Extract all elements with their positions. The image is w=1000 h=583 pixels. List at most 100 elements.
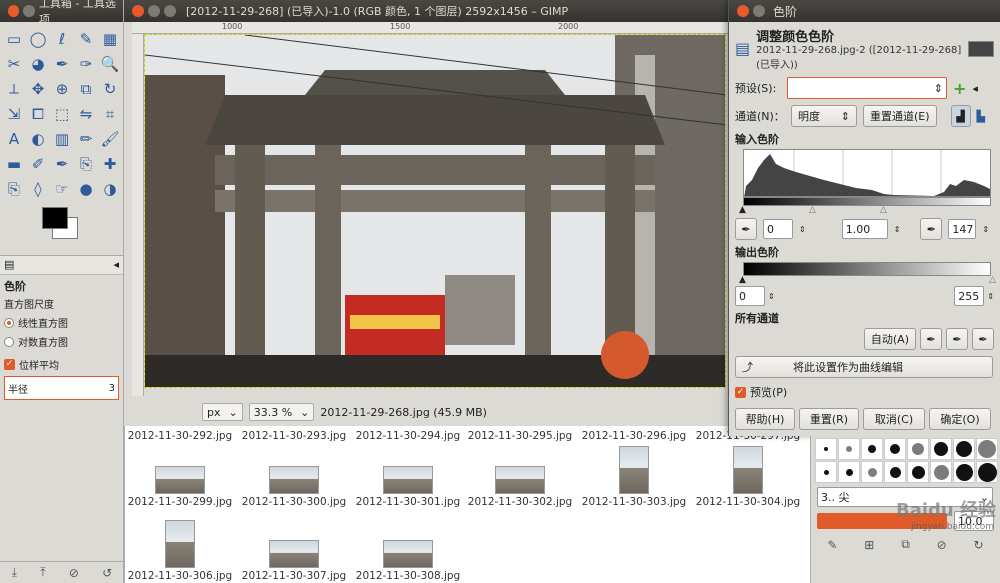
- pencil-icon[interactable]: ✏: [74, 126, 98, 151]
- delete-options-icon[interactable]: ⊘: [69, 566, 79, 580]
- eraser-icon[interactable]: ▬: [2, 151, 26, 176]
- list-item[interactable]: 2012-11-30-296.jpg: [579, 430, 689, 442]
- text-icon[interactable]: A: [2, 126, 26, 151]
- paintbrush-icon[interactable]: 🖌: [98, 126, 122, 151]
- help-button[interactable]: 帮助(H): [735, 408, 795, 430]
- list-item[interactable]: 2012-11-30-293.jpg: [239, 430, 349, 442]
- list-item[interactable]: 2012-11-30-294.jpg: [353, 430, 463, 442]
- black-point-handle[interactable]: ▲: [739, 205, 746, 215]
- radius-spinner[interactable]: 半径 3: [4, 376, 119, 400]
- edit-brush-icon[interactable]: ✎: [827, 538, 837, 552]
- brush-swatch[interactable]: [815, 461, 837, 483]
- smudge-icon[interactable]: ☞: [50, 176, 74, 201]
- input-high-field[interactable]: 147: [948, 219, 977, 239]
- minimize-icon[interactable]: [23, 5, 35, 17]
- brush-swatch[interactable]: [976, 461, 998, 483]
- rotate-icon[interactable]: ↻: [98, 76, 122, 101]
- log-hist-icon[interactable]: ▙: [977, 110, 985, 123]
- ellipse-select-icon[interactable]: ◯: [26, 26, 50, 51]
- linear-hist-option[interactable]: 线性直方图: [0, 313, 123, 332]
- brush-swatch[interactable]: [976, 438, 998, 460]
- auto-button[interactable]: 自动(A): [863, 328, 916, 350]
- vertical-ruler[interactable]: [132, 34, 144, 396]
- tab-menu-icon[interactable]: ◂: [113, 258, 119, 272]
- duplicate-brush-icon[interactable]: ⧉: [901, 537, 910, 552]
- spinner-icon[interactable]: ⇕: [799, 225, 806, 234]
- paths-icon[interactable]: ✒: [50, 51, 74, 76]
- brush-swatch[interactable]: [953, 461, 975, 483]
- list-item[interactable]: 2012-11-30-299.jpg: [125, 450, 235, 508]
- save-options-icon[interactable]: ⤓: [12, 565, 17, 580]
- zoom-icon[interactable]: 🔍: [98, 51, 122, 76]
- white-picker-icon[interactable]: ✒: [920, 218, 943, 240]
- black-picker-icon[interactable]: ✒: [735, 218, 757, 240]
- blend-icon[interactable]: ▥: [50, 126, 74, 151]
- black-point-picker-icon[interactable]: ✒: [920, 328, 942, 350]
- close-icon[interactable]: [737, 5, 749, 17]
- spinner-icon[interactable]: ⇕: [768, 292, 775, 301]
- heal-icon[interactable]: ✚: [98, 151, 122, 176]
- input-sliders[interactable]: ▲ △ △: [739, 205, 992, 215]
- edit-as-curves-button[interactable]: ⤴ 将此设置作为曲线编辑: [735, 356, 993, 378]
- brush-swatch[interactable]: [838, 438, 860, 460]
- new-brush-icon[interactable]: ⊞: [864, 538, 874, 552]
- output-high-handle[interactable]: △: [989, 275, 996, 285]
- brush-swatch[interactable]: [930, 438, 952, 460]
- close-icon[interactable]: [132, 5, 144, 17]
- list-item[interactable]: 2012-11-30-304.jpg: [693, 446, 803, 508]
- brush-swatch[interactable]: [861, 438, 883, 460]
- brush-swatch[interactable]: [815, 438, 837, 460]
- crop-icon[interactable]: ⧉: [74, 76, 98, 101]
- reset-options-icon[interactable]: ↺: [102, 566, 112, 580]
- gamma-field[interactable]: 1.00: [841, 219, 888, 239]
- gamma-handle[interactable]: △: [809, 205, 816, 215]
- list-item[interactable]: 2012-11-30-306.jpg: [125, 520, 235, 582]
- spinner-icon[interactable]: ⇕: [982, 225, 989, 234]
- checkbox-icon[interactable]: ✓: [735, 386, 746, 398]
- white-point-picker-icon[interactable]: ✒: [972, 328, 994, 350]
- radio-off-icon[interactable]: [4, 336, 14, 347]
- spinner-icon[interactable]: ⇕: [894, 225, 901, 234]
- burn-icon[interactable]: ◑: [98, 176, 122, 201]
- scale-icon[interactable]: ⇲: [2, 101, 26, 126]
- spinner-icon[interactable]: ⇕: [987, 292, 994, 301]
- list-item[interactable]: 2012-11-30-302.jpg: [465, 450, 575, 508]
- restore-options-icon[interactable]: ⤒: [40, 565, 45, 580]
- refresh-brushes-icon[interactable]: ↻: [973, 538, 983, 552]
- reset-channel-button[interactable]: 重置通道(E): [863, 105, 937, 127]
- unit-selector[interactable]: px ⌄: [202, 403, 243, 421]
- preview-row[interactable]: ✓ 预览(P): [729, 384, 1000, 400]
- brush-swatch[interactable]: [861, 461, 883, 483]
- output-sliders[interactable]: ▲ △: [739, 275, 996, 285]
- shear-icon[interactable]: ⧠: [26, 101, 50, 126]
- list-item[interactable]: 2012-11-30-307.jpg: [239, 520, 349, 582]
- dodge-icon[interactable]: ●: [74, 176, 98, 201]
- minimize-icon[interactable]: [753, 5, 765, 17]
- color-picker-icon[interactable]: ✑: [74, 51, 98, 76]
- ok-button[interactable]: 确定(O): [929, 408, 991, 430]
- perspective-icon[interactable]: ⬚: [50, 101, 74, 126]
- delete-brush-icon[interactable]: ⊘: [937, 538, 947, 552]
- foreground-select-icon[interactable]: ◕: [26, 51, 50, 76]
- clone-icon[interactable]: ⎘: [74, 151, 98, 176]
- radio-on-icon[interactable]: [4, 317, 14, 328]
- cage-icon[interactable]: ⌗: [98, 101, 122, 126]
- scissors-icon[interactable]: ✂: [2, 51, 26, 76]
- channel-combo[interactable]: 明度 ⇕: [791, 105, 857, 127]
- airbrush-icon[interactable]: ✐: [26, 151, 50, 176]
- image-canvas[interactable]: [144, 34, 726, 388]
- brush-swatch[interactable]: [930, 461, 952, 483]
- checkbox-icon[interactable]: ✓: [4, 359, 15, 370]
- flip-icon[interactable]: ⇋: [74, 101, 98, 126]
- input-gradient[interactable]: [743, 197, 991, 206]
- bucket-fill-icon[interactable]: ◐: [26, 126, 50, 151]
- output-high-field[interactable]: 255: [954, 286, 985, 306]
- sample-average-option[interactable]: ✓ 位样平均: [0, 351, 123, 374]
- align-icon[interactable]: ⊕: [50, 76, 74, 101]
- color-select-icon[interactable]: ▦: [98, 26, 122, 51]
- brush-swatch[interactable]: [884, 438, 906, 460]
- close-icon[interactable]: [8, 5, 20, 17]
- cancel-button[interactable]: 取消(C): [863, 408, 925, 430]
- color-selector[interactable]: [36, 207, 123, 251]
- measure-icon[interactable]: ⟂: [2, 76, 26, 101]
